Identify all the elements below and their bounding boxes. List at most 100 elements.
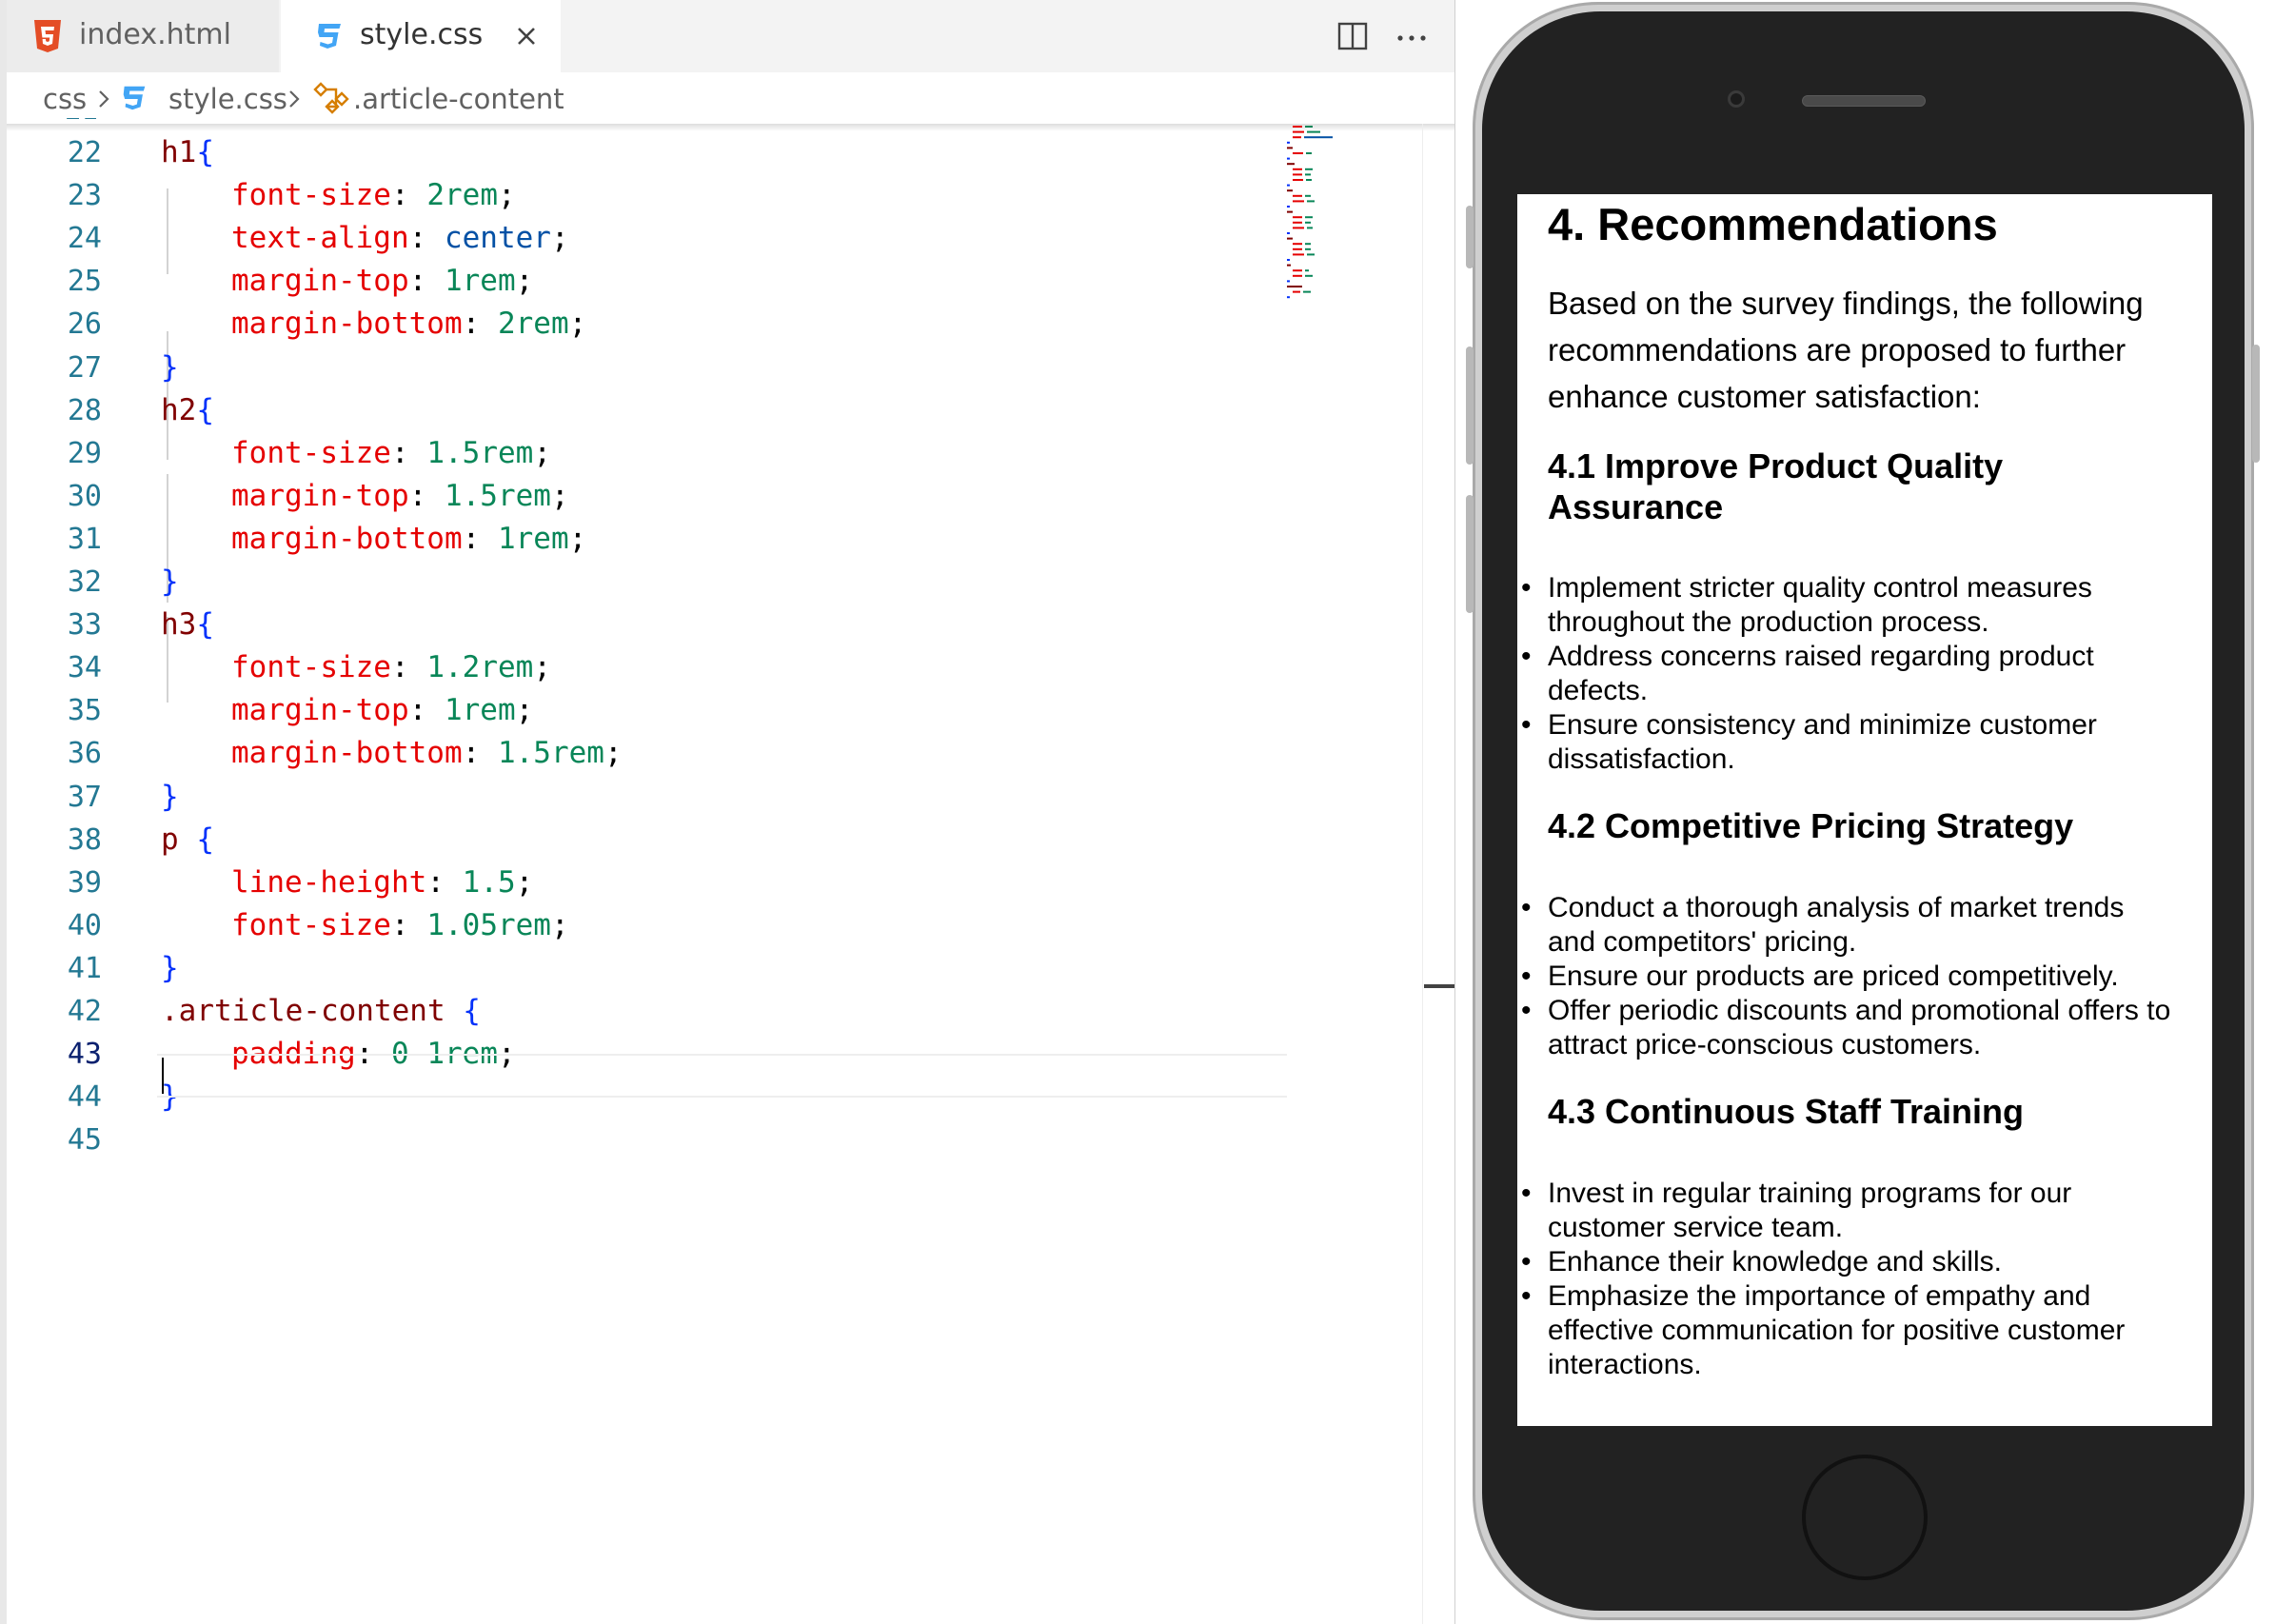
power-button xyxy=(2252,345,2260,463)
code-line[interactable]: 34 font-size: 1.2rem; xyxy=(7,646,1287,689)
code-text: h1{ xyxy=(161,135,214,169)
line-number: 25 xyxy=(67,265,102,299)
tab-index-html[interactable]: index.html xyxy=(7,0,280,72)
minimap-line xyxy=(1293,173,1302,176)
code-line[interactable]: 45 xyxy=(7,1119,1287,1161)
code-line[interactable]: 36 margin-bottom: 1.5rem; xyxy=(7,732,1287,775)
minimap-line xyxy=(1287,237,1293,240)
tab-style-css[interactable]: style.css xyxy=(281,0,561,72)
code-line[interactable]: 28 h2{ xyxy=(7,389,1287,432)
code-text: margin-bottom: 2rem; xyxy=(231,307,587,342)
minimap-line xyxy=(1304,136,1333,139)
split-editor-icon[interactable] xyxy=(1334,17,1372,55)
home-button[interactable] xyxy=(1802,1455,1928,1580)
line-number: 30 xyxy=(67,479,102,513)
code-line[interactable]: 37} xyxy=(7,776,1287,819)
line-number: 36 xyxy=(67,737,102,771)
volume-up-button xyxy=(1466,347,1474,465)
tab-label: index.html xyxy=(79,18,231,51)
code-line[interactable]: 33 h3{ xyxy=(7,604,1287,646)
minimap-line xyxy=(1307,130,1320,133)
minimap[interactable] xyxy=(1285,124,1399,305)
minimap-line xyxy=(1305,216,1313,219)
code-line[interactable]: 23 font-size: 2rem; xyxy=(7,174,1287,217)
minimap-line xyxy=(1305,274,1313,277)
minimap-line xyxy=(1305,243,1311,246)
minimap-line xyxy=(1293,168,1302,170)
partial-line-number: 21 xyxy=(57,118,105,128)
minimap-line xyxy=(1293,253,1304,256)
article-heading: 4. Recommendations xyxy=(1548,199,1998,249)
minimap-line xyxy=(1293,152,1303,154)
line-number: 44 xyxy=(67,1080,102,1115)
list-item: Implement stricter quality control measu… xyxy=(1521,571,2176,640)
code-text: font-size: 1.5rem; xyxy=(231,435,551,470)
code-text: font-size: 2rem; xyxy=(231,178,516,213)
minimap-line xyxy=(1293,274,1302,277)
code-line[interactable]: 42 .article-content { xyxy=(7,990,1287,1033)
breadcrumb-folder[interactable]: css xyxy=(43,80,87,118)
code-text: } xyxy=(161,349,179,385)
code-line[interactable]: 26 margin-bottom: 2rem; xyxy=(7,303,1287,346)
code-text: h2{ xyxy=(161,392,214,427)
breadcrumb-file[interactable]: style.css xyxy=(168,80,287,118)
minimap-line xyxy=(1305,248,1311,250)
line-number: 31 xyxy=(67,522,102,556)
line-number: 39 xyxy=(67,865,102,900)
code-text: margin-top: 1rem; xyxy=(231,693,534,728)
code-text: margin-top: 1rem; xyxy=(231,264,534,299)
code-line[interactable]: 29 font-size: 1.5rem; xyxy=(7,432,1287,475)
more-actions-icon[interactable] xyxy=(1391,17,1433,55)
phone-screen[interactable]: 4. Recommendations Based on the survey f… xyxy=(1517,194,2212,1426)
code-line[interactable]: 38 p { xyxy=(7,819,1287,862)
code-editor: index.html style.css css style.css .arti… xyxy=(0,0,1454,1624)
line-number: 35 xyxy=(67,694,102,728)
earpiece-speaker xyxy=(1802,95,1926,107)
minimap-line xyxy=(1303,290,1311,293)
minimap-line xyxy=(1287,264,1291,267)
front-camera xyxy=(1728,90,1745,108)
list-item: Conduct a thorough analysis of market tr… xyxy=(1521,891,2176,960)
code-line[interactable]: 40 font-size: 1.05rem; xyxy=(7,904,1287,947)
code-line[interactable]: 24 text-align: center; xyxy=(7,217,1287,260)
code-line[interactable]: 31 margin-bottom: 1rem; xyxy=(7,518,1287,561)
section-heading: 4.3 Continuous Staff Training xyxy=(1548,1092,2025,1131)
breadcrumb: css style.css .article-content xyxy=(7,72,1454,124)
line-number: 32 xyxy=(67,565,102,599)
html5-icon xyxy=(34,20,61,52)
code-text: margin-bottom: 1rem; xyxy=(231,521,587,556)
code-line[interactable]: 39 line-height: 1.5; xyxy=(7,862,1287,904)
close-icon[interactable] xyxy=(509,19,544,53)
code-text: line-height: 1.5; xyxy=(231,864,534,900)
code-line[interactable]: 30 margin-top: 1.5rem; xyxy=(7,475,1287,518)
code-text: text-align: center; xyxy=(231,221,569,256)
code-line[interactable]: 27} xyxy=(7,347,1287,389)
line-number: 33 xyxy=(67,608,102,643)
vertical-scrollbar[interactable] xyxy=(1422,124,1454,1624)
section-heading: 4.2 Competitive Pricing Strategy xyxy=(1548,806,2074,845)
minimap-line xyxy=(1287,147,1293,149)
code-text: margin-top: 1.5rem; xyxy=(231,478,569,513)
chevron-right-icon xyxy=(99,90,109,108)
line-number: 45 xyxy=(67,1123,102,1158)
code-line[interactable]: 22 h1{ xyxy=(7,131,1287,174)
breadcrumb-symbol[interactable]: .article-content xyxy=(353,80,564,118)
code-line[interactable]: 35 margin-top: 1rem; xyxy=(7,689,1287,732)
minimap-line xyxy=(1293,290,1300,293)
line-number: 23 xyxy=(67,179,102,213)
list-item: Offer periodic discounts and promotional… xyxy=(1521,994,2176,1062)
code-line[interactable]: 41} xyxy=(7,947,1287,990)
tab-label: style.css xyxy=(360,18,484,51)
code-line[interactable]: 32} xyxy=(7,561,1287,604)
minimap-line xyxy=(1287,141,1290,144)
tab-strip: index.html style.css xyxy=(7,0,1454,72)
minimap-line xyxy=(1293,179,1303,181)
line-number: 27 xyxy=(67,350,102,385)
code-text: font-size: 1.2rem; xyxy=(231,650,551,685)
minimap-line xyxy=(1293,221,1302,224)
minimap-line xyxy=(1307,200,1315,203)
list-item: Ensure consistency and minimize customer… xyxy=(1521,708,2176,777)
code-text: font-size: 1.05rem; xyxy=(231,907,569,942)
minimap-line xyxy=(1293,130,1304,133)
code-line[interactable]: 25 margin-top: 1rem; xyxy=(7,260,1287,303)
